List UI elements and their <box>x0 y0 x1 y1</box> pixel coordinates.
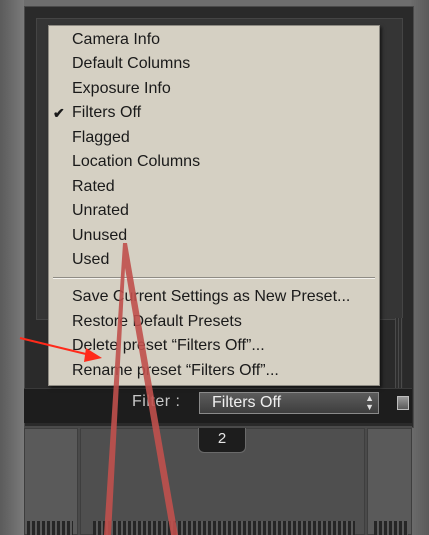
menu-item-filters-off[interactable]: ✔ Filters Off <box>49 101 379 125</box>
menu-item-save-preset[interactable]: Save Current Settings as New Preset... <box>49 285 379 309</box>
filter-presets-menu: Camera Info Default Columns Exposure Inf… <box>48 25 380 386</box>
menu-item-label: Default Columns <box>72 55 191 72</box>
menu-item-label: Flagged <box>72 129 130 146</box>
menu-item-label: Save Current Settings as New Preset... <box>72 288 351 305</box>
menu-item-unused[interactable]: Unused <box>49 224 379 248</box>
menu-item-label: Location Columns <box>72 153 201 170</box>
menu-item-rename-preset[interactable]: Rename preset “Filters Off”... <box>49 359 379 383</box>
menu-item-location-columns[interactable]: Location Columns <box>49 150 379 174</box>
filmstrip-cell[interactable] <box>24 428 78 535</box>
menu-item-delete-preset[interactable]: Delete preset “Filters Off”... <box>49 334 379 358</box>
up-down-arrows-icon: ▲ ▼ <box>365 393 374 412</box>
menu-item-label: Used <box>72 251 110 268</box>
filmstrip-thumbnail <box>93 521 355 535</box>
filmstrip-thumbnail <box>374 521 408 535</box>
menu-item-used[interactable]: Used <box>49 248 379 272</box>
menu-separator <box>53 277 375 279</box>
filter-select-value: Filters Off <box>212 394 282 411</box>
menu-item-camera-info[interactable]: Camera Info <box>49 28 379 52</box>
panel-scrollbar[interactable] <box>395 318 403 388</box>
filmstrip-thumbnail <box>27 521 73 535</box>
page-number-badge: 2 <box>198 428 246 453</box>
menu-item-label: Unrated <box>72 202 129 219</box>
checkmark-icon: ✔ <box>53 105 65 121</box>
menu-item-label: Delete preset “Filters Off”... <box>72 337 265 354</box>
menu-item-default-columns[interactable]: Default Columns <box>49 52 379 76</box>
menu-item-label: Rename preset “Filters Off”... <box>72 362 279 379</box>
menu-item-flagged[interactable]: Flagged <box>49 126 379 150</box>
filmstrip-cell[interactable] <box>367 428 412 535</box>
filter-label: Filter : <box>132 393 181 410</box>
menu-item-unrated[interactable]: Unrated <box>49 199 379 223</box>
menu-item-label: Exposure Info <box>72 80 171 97</box>
menu-item-exposure-info[interactable]: Exposure Info <box>49 77 379 101</box>
menu-item-label: Filters Off <box>72 104 142 121</box>
menu-item-label: Camera Info <box>72 31 161 48</box>
menu-item-label: Restore Default Presets <box>72 313 242 330</box>
background-left <box>0 0 24 535</box>
menu-item-rated[interactable]: Rated <box>49 175 379 199</box>
menu-item-label: Unused <box>72 227 128 244</box>
filter-lock-button[interactable] <box>397 396 409 410</box>
menu-item-label: Rated <box>72 178 115 195</box>
menu-item-restore-default-presets[interactable]: Restore Default Presets <box>49 310 379 334</box>
filter-preset-select[interactable]: Filters Off ▲ ▼ <box>199 392 379 414</box>
